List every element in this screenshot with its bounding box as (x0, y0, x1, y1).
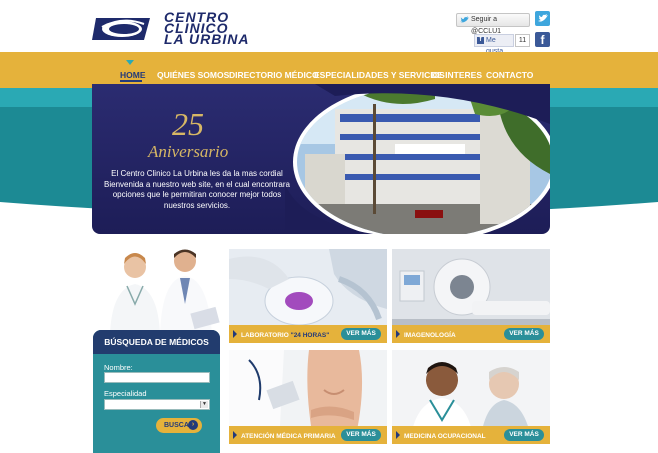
arrow-right-icon: › (188, 420, 198, 430)
site-header: CENTRO CLINICO LA URBINA Seguir a @CCLU1… (0, 0, 658, 56)
nav-home[interactable]: HOME (120, 70, 146, 80)
hero-welcome-text: El Centro Clinico La Urbina les da la ma… (104, 169, 290, 210)
nav-especialidades[interactable]: ESPECIALIDADES Y SERVICIOS (314, 70, 445, 80)
card-label-text: LABORATORIO (241, 332, 289, 339)
name-field-label: Nombre: (104, 363, 133, 372)
twitter-follow-button[interactable]: Seguir a @CCLU1 (456, 13, 530, 35)
caret-right-icon (233, 431, 237, 439)
card-label-text: MEDICINA OCUPACIONAL (404, 433, 486, 440)
facebook-icon[interactable]: f (535, 32, 550, 47)
nav-contacto[interactable]: CONTACTO (486, 70, 533, 80)
nav-quienes-somos[interactable]: QUIÉNES SOMOS (157, 70, 229, 80)
service-card-atencion-primaria[interactable]: ATENCIÓN MÉDICA PRIMARIA VER MÁS (229, 350, 387, 444)
ver-mas-button[interactable]: VER MÁS (341, 328, 381, 340)
ver-mas-button[interactable]: VER MÁS (504, 328, 544, 340)
card-label: LABORATORIO "24 HORAS" (241, 332, 329, 339)
facebook-like-count: 11 (515, 34, 530, 47)
hero-anniversary-subtitle: Aniversario (148, 142, 229, 161)
nav-de-interes[interactable]: DE INTERES (431, 70, 482, 80)
clinic-logo[interactable]: CENTRO CLINICO LA URBINA (92, 10, 272, 47)
card-label-text: ATENCIÓN MÉDICA PRIMARIA (241, 433, 336, 440)
twitter-follow-label: Seguir a @CCLU1 (471, 16, 502, 35)
caret-right-icon (233, 330, 237, 338)
service-card-medicina-ocupacional[interactable]: MEDICINA OCUPACIONAL VER MÁS (392, 350, 550, 444)
facebook-like-button[interactable]: f Me gusta (474, 34, 514, 55)
doctor-search-panel: BÚSQUEDA DE MÉDICOS Nombre: Especialidad… (93, 330, 220, 453)
ver-mas-button[interactable]: VER MÁS (341, 429, 381, 441)
specialty-select[interactable]: ▼ (104, 399, 210, 410)
name-input[interactable] (104, 372, 210, 383)
nav-active-underline (120, 80, 142, 82)
doctors-photo (110, 249, 220, 334)
logo-line-3: LA URBINA (164, 31, 250, 47)
twitter-icon[interactable] (535, 11, 550, 26)
search-button[interactable]: BUSCAR › (156, 418, 202, 433)
ver-mas-button[interactable]: VER MÁS (504, 429, 544, 441)
hero-anniversary-number: 25 (172, 106, 204, 142)
caret-right-icon (396, 330, 400, 338)
nav-directorio-medico[interactable]: DIRECTORIO MÉDICO (229, 70, 319, 80)
card-label-highlight: "24 HORAS" (290, 332, 330, 339)
service-card-laboratorio[interactable]: LABORATORIO "24 HORAS" VER MÁS (229, 249, 387, 343)
service-card-imagenologia[interactable]: IMAGENOLOGÍA VER MÁS (392, 249, 550, 343)
chevron-down-icon: ▼ (200, 401, 208, 408)
hero-banner: 25 Aniversario El Centro Clinico La Urbi… (92, 84, 550, 234)
logo-text: CENTRO CLINICO LA URBINA (164, 10, 250, 47)
specialty-field-label: Especialidad (104, 389, 147, 398)
facebook-like-icon: f (477, 37, 484, 44)
clinic-building-photo (285, 84, 550, 234)
caret-right-icon (396, 431, 400, 439)
card-label-text: IMAGENOLOGÍA (404, 332, 456, 339)
logo-mark-icon (92, 18, 150, 40)
doctor-search-title: BÚSQUEDA DE MÉDICOS (93, 330, 220, 354)
twitter-bird-icon (460, 16, 469, 23)
